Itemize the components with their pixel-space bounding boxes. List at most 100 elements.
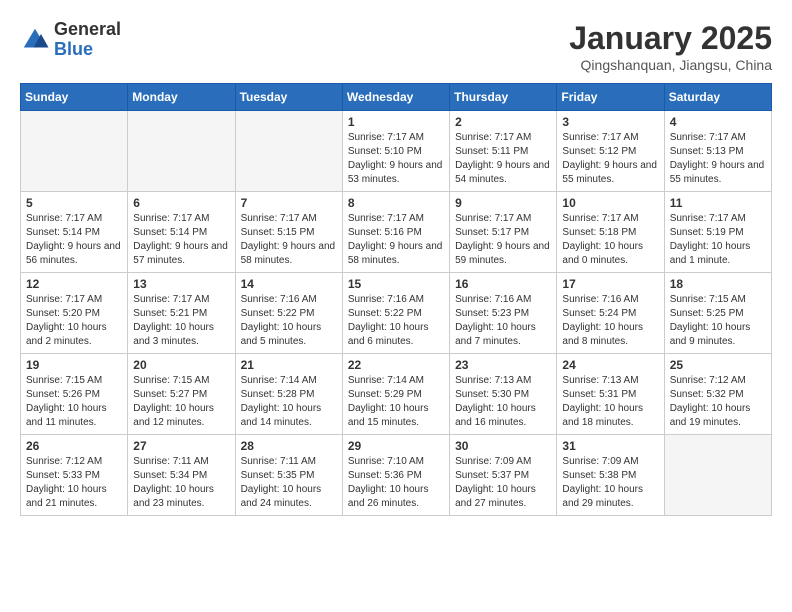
day-number: 26 <box>26 439 122 453</box>
day-info: Sunrise: 7:12 AM Sunset: 5:32 PM Dayligh… <box>670 374 766 430</box>
calendar-cell-w2-d6: 11Sunrise: 7:17 AM Sunset: 5:19 PM Dayli… <box>664 192 771 273</box>
calendar-cell-w2-d1: 6Sunrise: 7:17 AM Sunset: 5:14 PM Daylig… <box>128 192 235 273</box>
week-row-4: 19 Sunrise: 7:15 AM Sunset: 5:26 PM Dayli… <box>21 354 772 435</box>
header-saturday: Saturday <box>664 84 771 111</box>
day-number: 28 <box>241 439 337 453</box>
day-number: 12 <box>26 277 122 291</box>
title-block: January 2025 Qingshanquan, Jiangsu, Chin… <box>569 20 772 73</box>
day-info: Sunrise: 7:16 AM Sunset: 5:24 PM Dayligh… <box>562 293 658 349</box>
day-info: Sunrise: 7:16 AM Sunset: 5:23 PM Dayligh… <box>455 293 551 349</box>
logo: General Blue <box>20 20 121 60</box>
calendar-table: Sunday Monday Tuesday Wednesday Thursday… <box>20 83 772 516</box>
calendar-cell-w3-d3: 15Sunrise: 7:16 AM Sunset: 5:22 PM Dayli… <box>342 273 449 354</box>
calendar-cell-w1-d1 <box>128 111 235 192</box>
calendar-cell-w4-d2: 21Sunrise: 7:14 AM Sunset: 5:28 PM Dayli… <box>235 354 342 435</box>
day-info: Sunrise: 7:17 AM Sunset: 5:14 PM Dayligh… <box>133 212 229 268</box>
day-number: 4 <box>670 115 766 129</box>
day-number: 2 <box>455 115 551 129</box>
day-number: 10 <box>562 196 658 210</box>
day-number: 20 <box>133 358 229 372</box>
calendar-cell-w5-d1: 27 Sunrise: 7:11 AM Sunset: 5:34 PM Dayli… <box>128 435 235 516</box>
calendar-title: January 2025 <box>569 20 772 57</box>
calendar-cell-w5-d0: 26 Sunrise: 7:12 AM Sunset: 5:33 PM Dayli… <box>21 435 128 516</box>
logo-text: General Blue <box>54 20 121 60</box>
day-number: 25 <box>670 358 766 372</box>
week-row-2: 5 Sunrise: 7:17 AM Sunset: 5:14 PM Daylig… <box>21 192 772 273</box>
day-number: 13 <box>133 277 229 291</box>
day-number: 31 <box>562 439 658 453</box>
calendar-cell-w1-d5: 3Sunrise: 7:17 AM Sunset: 5:12 PM Daylig… <box>557 111 664 192</box>
day-info: Sunrise: 7:15 AM Sunset: 5:25 PM Dayligh… <box>670 293 766 349</box>
calendar-cell-w4-d3: 22Sunrise: 7:14 AM Sunset: 5:29 PM Dayli… <box>342 354 449 435</box>
day-number: 15 <box>348 277 444 291</box>
calendar-cell-w3-d2: 14 Sunrise: 7:16 AM Sunset: 5:22 PM Dayli… <box>235 273 342 354</box>
day-info: Sunrise: 7:15 AM Sunset: 5:26 PM Dayligh… <box>26 374 122 430</box>
calendar-cell-w2-d0: 5 Sunrise: 7:17 AM Sunset: 5:14 PM Daylig… <box>21 192 128 273</box>
day-info: Sunrise: 7:15 AM Sunset: 5:27 PM Dayligh… <box>133 374 229 430</box>
calendar-cell-w4-d0: 19 Sunrise: 7:15 AM Sunset: 5:26 PM Dayli… <box>21 354 128 435</box>
day-info: Sunrise: 7:12 AM Sunset: 5:33 PM Dayligh… <box>26 455 122 511</box>
day-info: Sunrise: 7:17 AM Sunset: 5:14 PM Dayligh… <box>26 212 122 268</box>
calendar-cell-w1-d3: 1Sunrise: 7:17 AM Sunset: 5:10 PM Daylig… <box>342 111 449 192</box>
week-row-3: 12 Sunrise: 7:17 AM Sunset: 5:20 PM Dayli… <box>21 273 772 354</box>
logo-icon <box>20 25 50 55</box>
weekday-header-row: Sunday Monday Tuesday Wednesday Thursday… <box>21 84 772 111</box>
calendar-cell-w3-d4: 16 Sunrise: 7:16 AM Sunset: 5:23 PM Dayli… <box>450 273 557 354</box>
calendar-cell-w5-d5: 31 Sunrise: 7:09 AM Sunset: 5:38 PM Dayli… <box>557 435 664 516</box>
day-info: Sunrise: 7:17 AM Sunset: 5:15 PM Dayligh… <box>241 212 337 268</box>
day-number: 3 <box>562 115 658 129</box>
day-number: 27 <box>133 439 229 453</box>
day-number: 23 <box>455 358 551 372</box>
day-info: Sunrise: 7:09 AM Sunset: 5:38 PM Dayligh… <box>562 455 658 511</box>
calendar-cell-w2-d5: 10 Sunrise: 7:17 AM Sunset: 5:18 PM Dayli… <box>557 192 664 273</box>
day-info: Sunrise: 7:13 AM Sunset: 5:31 PM Dayligh… <box>562 374 658 430</box>
day-number: 30 <box>455 439 551 453</box>
header-friday: Friday <box>557 84 664 111</box>
header-wednesday: Wednesday <box>342 84 449 111</box>
day-info: Sunrise: 7:11 AM Sunset: 5:35 PM Dayligh… <box>241 455 337 511</box>
day-number: 29 <box>348 439 444 453</box>
week-row-5: 26 Sunrise: 7:12 AM Sunset: 5:33 PM Dayli… <box>21 435 772 516</box>
day-number: 24 <box>562 358 658 372</box>
day-info: Sunrise: 7:14 AM Sunset: 5:28 PM Dayligh… <box>241 374 337 430</box>
week-row-1: 1Sunrise: 7:17 AM Sunset: 5:10 PM Daylig… <box>21 111 772 192</box>
day-number: 18 <box>670 277 766 291</box>
calendar-cell-w3-d5: 17Sunrise: 7:16 AM Sunset: 5:24 PM Dayli… <box>557 273 664 354</box>
day-number: 1 <box>348 115 444 129</box>
calendar-subtitle: Qingshanquan, Jiangsu, China <box>569 57 772 73</box>
header-monday: Monday <box>128 84 235 111</box>
day-number: 16 <box>455 277 551 291</box>
calendar-cell-w3-d1: 13 Sunrise: 7:17 AM Sunset: 5:21 PM Dayli… <box>128 273 235 354</box>
calendar-cell-w5-d3: 29Sunrise: 7:10 AM Sunset: 5:36 PM Dayli… <box>342 435 449 516</box>
page-header: General Blue January 2025 Qingshanquan, … <box>20 20 772 73</box>
day-info: Sunrise: 7:14 AM Sunset: 5:29 PM Dayligh… <box>348 374 444 430</box>
calendar-cell-w5-d4: 30 Sunrise: 7:09 AM Sunset: 5:37 PM Dayli… <box>450 435 557 516</box>
day-number: 19 <box>26 358 122 372</box>
day-info: Sunrise: 7:09 AM Sunset: 5:37 PM Dayligh… <box>455 455 551 511</box>
day-info: Sunrise: 7:17 AM Sunset: 5:11 PM Dayligh… <box>455 131 551 187</box>
day-number: 8 <box>348 196 444 210</box>
day-info: Sunrise: 7:16 AM Sunset: 5:22 PM Dayligh… <box>241 293 337 349</box>
calendar-cell-w3-d0: 12 Sunrise: 7:17 AM Sunset: 5:20 PM Dayli… <box>21 273 128 354</box>
calendar-cell-w1-d0 <box>21 111 128 192</box>
calendar-cell-w4-d5: 24 Sunrise: 7:13 AM Sunset: 5:31 PM Dayli… <box>557 354 664 435</box>
calendar-cell-w5-d2: 28 Sunrise: 7:11 AM Sunset: 5:35 PM Dayli… <box>235 435 342 516</box>
day-info: Sunrise: 7:17 AM Sunset: 5:19 PM Dayligh… <box>670 212 766 268</box>
calendar-cell-w1-d4: 2 Sunrise: 7:17 AM Sunset: 5:11 PM Daylig… <box>450 111 557 192</box>
day-number: 5 <box>26 196 122 210</box>
calendar-cell-w2-d3: 8 Sunrise: 7:17 AM Sunset: 5:16 PM Daylig… <box>342 192 449 273</box>
day-number: 9 <box>455 196 551 210</box>
calendar-cell-w4-d6: 25 Sunrise: 7:12 AM Sunset: 5:32 PM Dayli… <box>664 354 771 435</box>
day-info: Sunrise: 7:17 AM Sunset: 5:16 PM Dayligh… <box>348 212 444 268</box>
day-info: Sunrise: 7:13 AM Sunset: 5:30 PM Dayligh… <box>455 374 551 430</box>
day-info: Sunrise: 7:17 AM Sunset: 5:17 PM Dayligh… <box>455 212 551 268</box>
calendar-cell-w3-d6: 18 Sunrise: 7:15 AM Sunset: 5:25 PM Dayli… <box>664 273 771 354</box>
day-info: Sunrise: 7:17 AM Sunset: 5:20 PM Dayligh… <box>26 293 122 349</box>
header-sunday: Sunday <box>21 84 128 111</box>
day-info: Sunrise: 7:17 AM Sunset: 5:21 PM Dayligh… <box>133 293 229 349</box>
day-number: 14 <box>241 277 337 291</box>
day-info: Sunrise: 7:11 AM Sunset: 5:34 PM Dayligh… <box>133 455 229 511</box>
calendar-cell-w2-d2: 7Sunrise: 7:17 AM Sunset: 5:15 PM Daylig… <box>235 192 342 273</box>
day-info: Sunrise: 7:17 AM Sunset: 5:18 PM Dayligh… <box>562 212 658 268</box>
logo-blue: Blue <box>54 39 93 59</box>
